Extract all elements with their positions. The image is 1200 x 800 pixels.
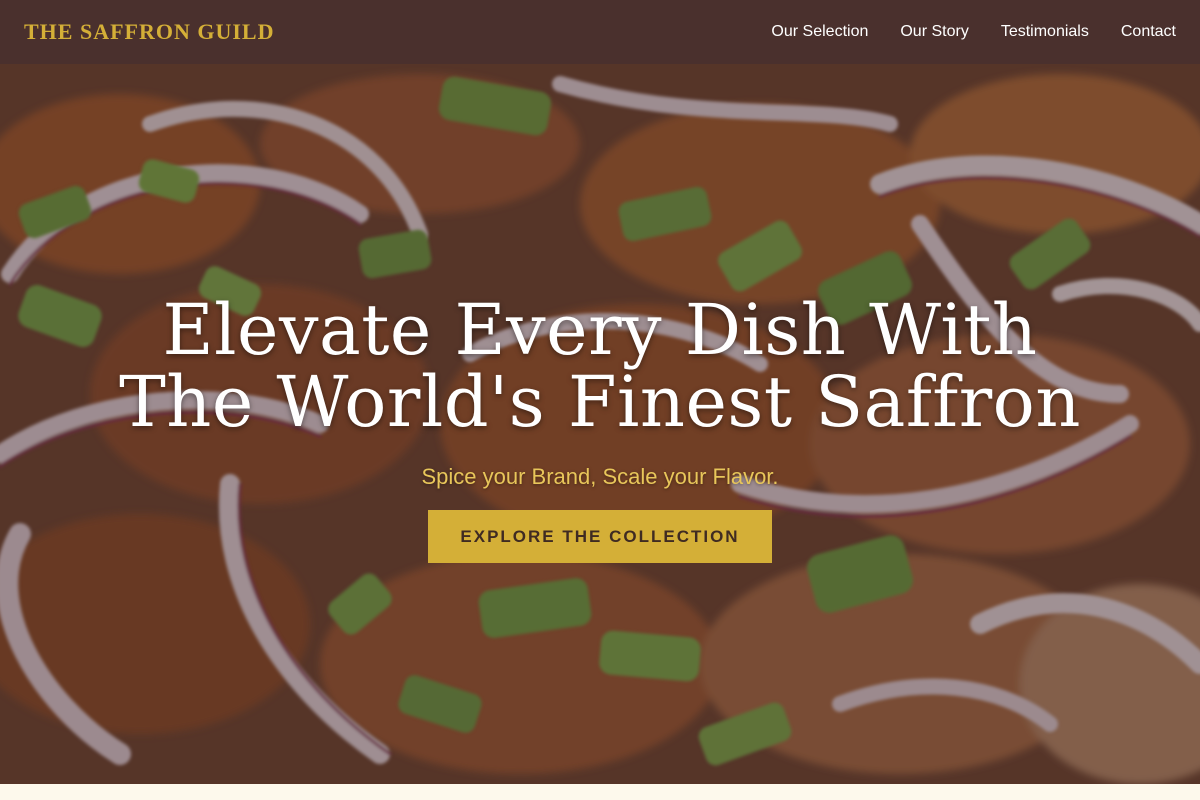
- hero-title-line-1: Elevate Every Dish With: [162, 289, 1038, 371]
- brand-logo[interactable]: THE SAFFRON GUILD: [24, 19, 274, 45]
- site-header: THE SAFFRON GUILD Our Selection Our Stor…: [0, 0, 1200, 64]
- nav-our-story[interactable]: Our Story: [900, 23, 968, 41]
- page-bottom-strip: [0, 784, 1200, 800]
- explore-collection-button[interactable]: EXPLORE THE COLLECTION: [428, 510, 772, 563]
- hero-subtitle: Spice your Brand, Scale your Flavor.: [421, 464, 779, 489]
- main-nav: Our Selection Our Story Testimonials Con…: [771, 23, 1176, 41]
- hero-content: Elevate Every Dish With The World's Fine…: [0, 294, 1200, 563]
- nav-testimonials[interactable]: Testimonials: [1001, 23, 1089, 41]
- hero-title-line-2: The World's Finest Saffron: [119, 361, 1081, 443]
- hero-section: Elevate Every Dish With The World's Fine…: [0, 64, 1200, 784]
- nav-contact[interactable]: Contact: [1121, 23, 1176, 41]
- hero-title: Elevate Every Dish With The World's Fine…: [0, 294, 1200, 438]
- nav-our-selection[interactable]: Our Selection: [771, 23, 868, 41]
